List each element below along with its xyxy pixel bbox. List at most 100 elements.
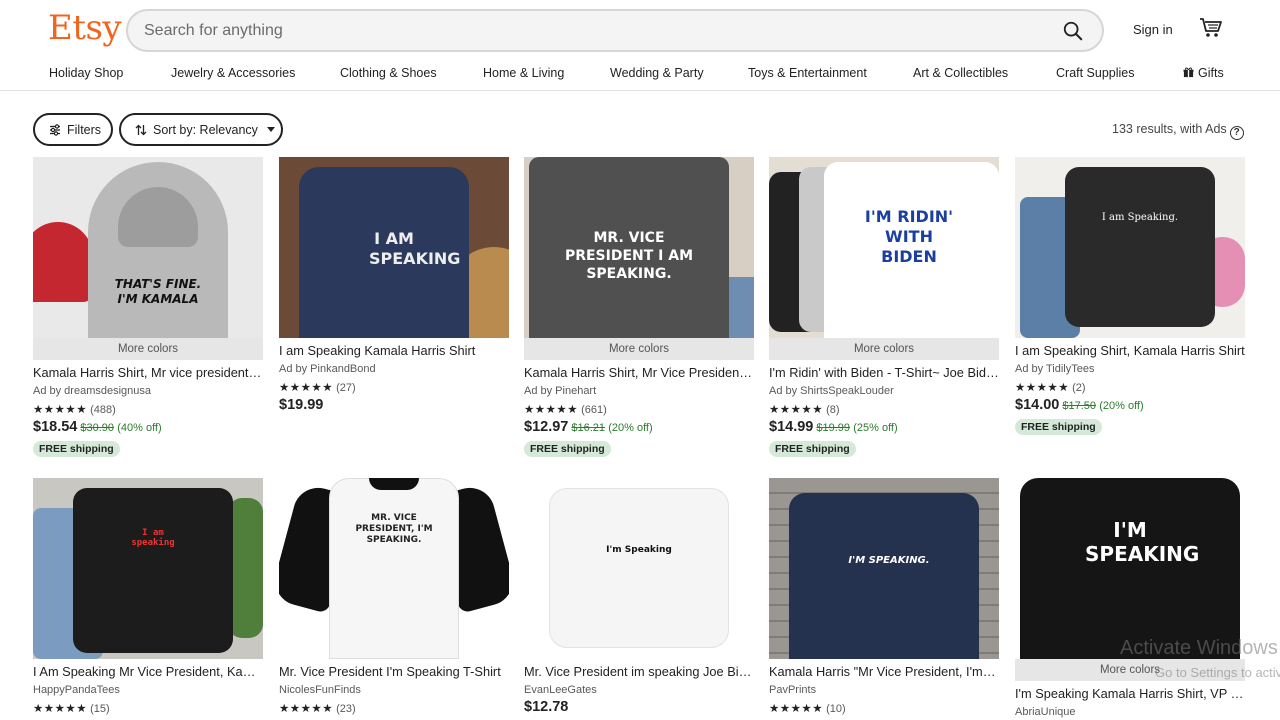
etsy-logo[interactable]: Etsy: [48, 8, 122, 48]
nav-wedding-party[interactable]: Wedding & Party: [610, 66, 704, 80]
price-line: $18.54 $30.90 (40% off): [33, 419, 263, 437]
category-nav: Holiday Shop Jewelry & Accessories Cloth…: [0, 60, 1280, 91]
help-icon[interactable]: ?: [1229, 126, 1244, 140]
original-price: $30.90: [80, 422, 115, 434]
shirt-graphic-text: THAT'S FINE. I'M KAMALA: [114, 277, 202, 306]
activate-windows-watermark: Activate Windows: [1120, 637, 1278, 659]
header: Etsy Sign in: [0, 0, 1280, 60]
nav-home-living[interactable]: Home & Living: [483, 66, 564, 80]
price-line: $14.99 $19.99 (25% off): [769, 419, 999, 437]
listing-title[interactable]: I Am Speaking Mr Vice President, Kamala …: [33, 664, 263, 680]
original-price: $17.50: [1062, 400, 1097, 412]
listing-title[interactable]: Mr. Vice President I'm Speaking T-Shirt: [279, 664, 509, 680]
search-icon[interactable]: [1062, 20, 1084, 42]
shirt-graphic-text: I am Speaking.: [1101, 212, 1179, 223]
listing-card[interactable]: I'm Speaking Mr. Vice President im speak…: [524, 478, 754, 717]
star-rating: ★★★★★: [769, 703, 824, 715]
shirt-graphic-text: I'm Speaking: [606, 545, 672, 555]
sort-label: Sort by: Relevancy: [153, 122, 258, 137]
listing-card[interactable]: I am Speaking. I am Speaking Shirt, Kama…: [1015, 157, 1245, 435]
price: $12.97: [524, 419, 569, 435]
shirt-graphic-text: I'M SPEAKING: [1085, 518, 1200, 566]
listing-card[interactable]: I'M SPEAKING. Kamala Harris "Mr Vice Pre…: [769, 478, 999, 715]
listing-image[interactable]: I'm Speaking: [524, 478, 754, 659]
listing-card[interactable]: MR. VICE PRESIDENT I AM SPEAKING. More c…: [524, 157, 754, 457]
sort-dropdown[interactable]: Sort by: Relevancy: [119, 113, 283, 146]
listing-image[interactable]: MR. VICE PRESIDENT I AM SPEAKING.: [524, 157, 754, 338]
listing-title[interactable]: I'm Ridin' with Biden - T-Shirt~ Joe Bid…: [769, 365, 999, 381]
seller-name: Ad by PinkandBond: [279, 363, 376, 375]
listing-card[interactable]: MR. VICE PRESIDENT, I'M SPEAKING. Mr. Vi…: [279, 478, 509, 715]
listing-image[interactable]: I'M RIDIN' WITH BIDEN: [769, 157, 999, 338]
listing-image[interactable]: MR. VICE PRESIDENT, I'M SPEAKING.: [279, 478, 509, 659]
listing-image[interactable]: I am speaking: [33, 478, 263, 659]
gift-icon: [1183, 67, 1194, 78]
review-count: (2): [1072, 382, 1086, 394]
results-text: 133 results, with Ads: [1112, 122, 1227, 136]
search-input[interactable]: [144, 21, 1024, 41]
price-line: $12.78: [524, 699, 754, 717]
free-shipping-badge: FREE shipping: [1015, 419, 1102, 435]
results-count: 133 results, with Ads?: [1112, 122, 1244, 140]
listing-card[interactable]: I'M RIDIN' WITH BIDEN More colors I'm Ri…: [769, 157, 999, 457]
original-price: $19.99: [816, 422, 851, 434]
listing-title[interactable]: Kamala Harris "Mr Vice President, I'm Sp…: [769, 664, 999, 680]
seller-name: Ad by TidilyTees: [1015, 363, 1095, 375]
listing-title[interactable]: I am Speaking Shirt, Kamala Harris Shirt: [1015, 343, 1245, 359]
discount: (20% off): [608, 422, 653, 434]
listing-image[interactable]: I'M SPEAKING: [1015, 478, 1245, 659]
review-count: (8): [826, 404, 840, 416]
review-count: (10): [826, 703, 846, 715]
rating: ★★★★★ (2): [1015, 380, 1245, 394]
nav-craft-supplies[interactable]: Craft Supplies: [1056, 66, 1135, 80]
free-shipping-badge: FREE shipping: [524, 441, 611, 457]
rating: ★★★★★ (488): [33, 402, 263, 416]
discount: (25% off): [853, 422, 898, 434]
seller-name: Ad by dreamsdesignusa: [33, 385, 152, 397]
sign-in-link[interactable]: Sign in: [1133, 22, 1173, 37]
filters-button[interactable]: Filters: [33, 113, 113, 146]
listing-title[interactable]: I am Speaking Kamala Harris Shirt: [279, 343, 509, 359]
listing-image[interactable]: I'M SPEAKING.: [769, 478, 999, 659]
more-colors-label: More colors: [33, 338, 263, 360]
listing-title[interactable]: Mr. Vice President im speaking Joe Biden: [524, 664, 754, 680]
listing-image[interactable]: I am Speaking.: [1015, 157, 1245, 338]
discount: (20% off): [1099, 400, 1144, 412]
price: $14.99: [769, 419, 814, 435]
price: $12.78: [524, 699, 569, 715]
rating: ★★★★★ (27): [279, 380, 509, 394]
listing-card[interactable]: THAT'S FINE. I'M KAMALA More colors Kama…: [33, 157, 263, 457]
price-line: $14.00 $17.50 (20% off): [1015, 397, 1245, 415]
listing-title[interactable]: I'm Speaking Kamala Harris Shirt, VP Deb…: [1015, 686, 1245, 702]
seller-name: HappyPandaTees: [33, 684, 120, 696]
review-count: (488): [90, 404, 116, 416]
cart-icon[interactable]: [1199, 17, 1223, 39]
listing-card[interactable]: I'M SPEAKING More colors I'm Speaking Ka…: [1015, 478, 1245, 719]
nav-art-collectibles[interactable]: Art & Collectibles: [913, 66, 1008, 80]
nav-toys-entertainment[interactable]: Toys & Entertainment: [748, 66, 867, 80]
nav-gifts[interactable]: Gifts: [1183, 66, 1224, 80]
seller-name: EvanLeeGates: [524, 684, 597, 696]
listing-card[interactable]: I am speaking I Am Speaking Mr Vice Pres…: [33, 478, 263, 715]
more-colors-label: More colors: [524, 338, 754, 360]
filter-icon: [50, 123, 60, 136]
listing-image[interactable]: THAT'S FINE. I'M KAMALA: [33, 157, 263, 338]
seller-name: NicolesFunFinds: [279, 684, 361, 696]
discount: (40% off): [117, 422, 162, 434]
nav-jewelry-accessories[interactable]: Jewelry & Accessories: [171, 66, 295, 80]
nav-holiday-shop[interactable]: Holiday Shop: [49, 66, 123, 80]
review-count: (15): [90, 703, 110, 715]
listing-title[interactable]: Kamala Harris Shirt, Mr Vice President I…: [524, 365, 754, 381]
listing-title[interactable]: Kamala Harris Shirt, Mr vice president I…: [33, 365, 263, 381]
seller-name: Ad by ShirtsSpeakLouder: [769, 385, 894, 397]
star-rating: ★★★★★: [1015, 382, 1070, 394]
review-count: (27): [336, 382, 356, 394]
price: $19.99: [279, 397, 324, 413]
original-price: $16.21: [571, 422, 606, 434]
listing-image[interactable]: I AM SPEAKING: [279, 157, 509, 338]
listing-card[interactable]: I AM SPEAKING I am Speaking Kamala Harri…: [279, 157, 509, 415]
nav-clothing-shoes[interactable]: Clothing & Shoes: [340, 66, 437, 80]
shirt-graphic-text: MR. VICE PRESIDENT I AM SPEAKING.: [564, 230, 694, 282]
search-bar[interactable]: [126, 9, 1104, 52]
price-line: $19.99: [279, 397, 509, 415]
